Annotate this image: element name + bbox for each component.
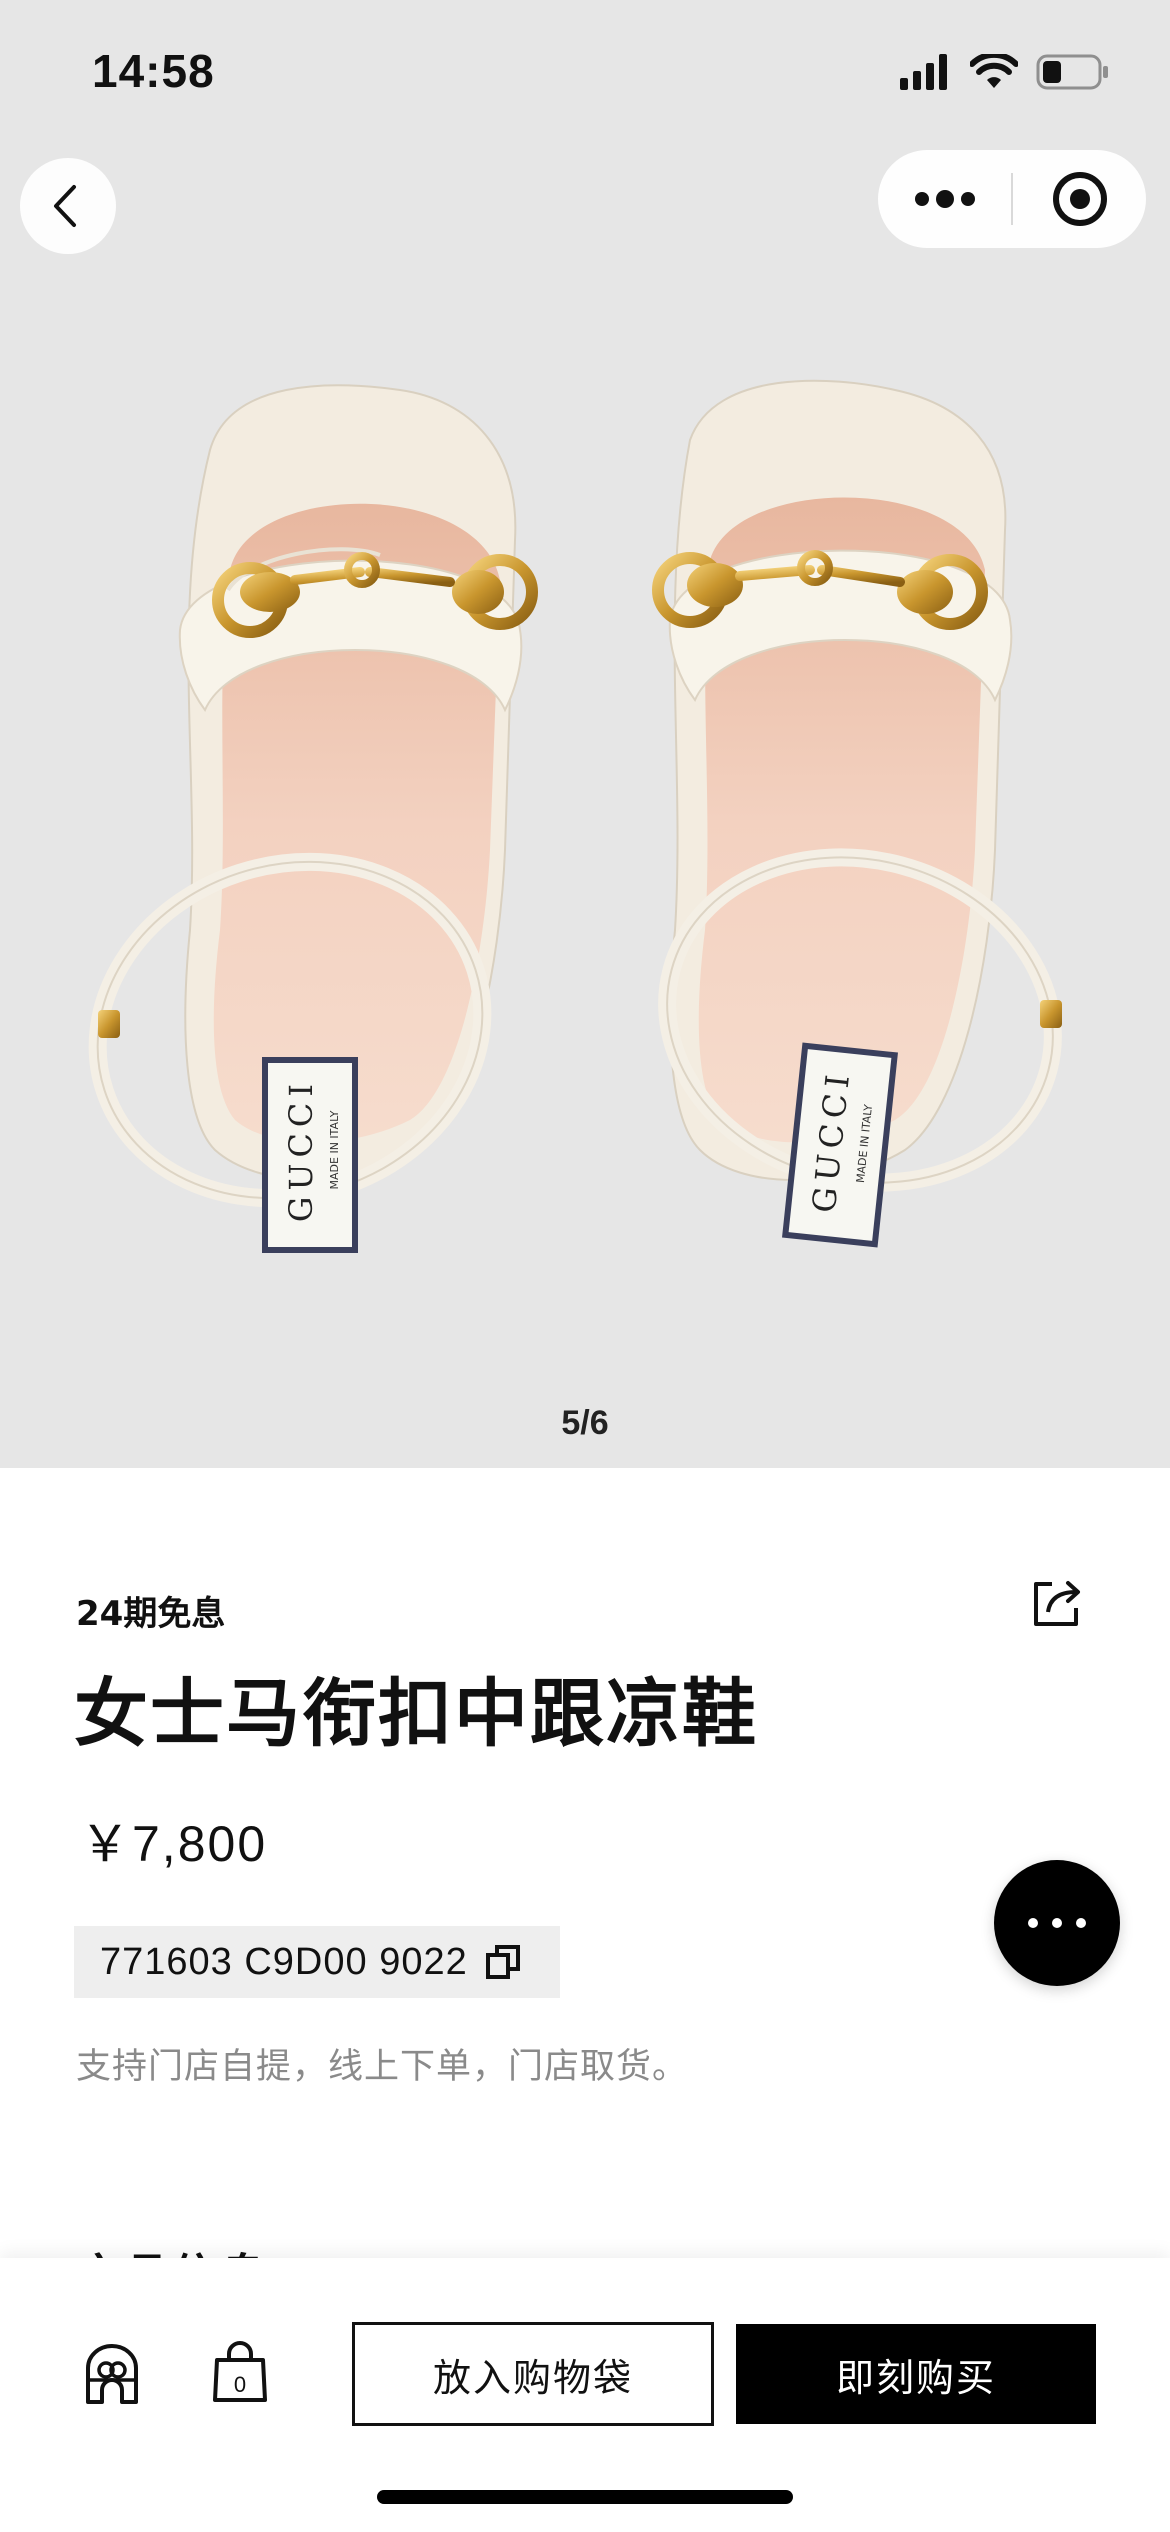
status-bar: 14:58 xyxy=(0,0,1170,150)
bag-count: 0 xyxy=(234,2372,246,2397)
product-title: 女士马衔扣中跟凉鞋 xyxy=(74,1671,758,1757)
store-icon xyxy=(86,2344,138,2404)
buy-now-button[interactable]: 即刻购买 xyxy=(736,2324,1096,2424)
chevron-left-icon xyxy=(54,185,76,227)
chat-button[interactable] xyxy=(994,1860,1120,1986)
left-insole-label: GUCCI MADE IN ITALY xyxy=(262,1057,358,1253)
target-close-icon xyxy=(1052,172,1107,226)
share-icon xyxy=(1034,1581,1080,1626)
more-dots-icon xyxy=(914,190,975,208)
home-indicator[interactable] xyxy=(377,2490,793,2504)
status-icons xyxy=(900,50,1110,94)
share-button[interactable] xyxy=(1030,1576,1084,1630)
installment-label: 24期免息 xyxy=(76,1594,226,1634)
shopping-bag-icon: 0 xyxy=(213,2341,267,2402)
pickup-note: 支持门店自提，线上下单，门店取货。 xyxy=(76,2047,689,2087)
image-gallery[interactable]: 14:58 GUCCI MADE IN ITALY GUCCI MADE IN … xyxy=(0,0,1170,1468)
product-photo[interactable]: GUCCI MADE IN ITALY GUCCI MADE IN ITALY xyxy=(0,330,1170,1410)
svg-text:GUCCI: GUCCI xyxy=(282,1078,320,1222)
right-insole-label: GUCCI MADE IN ITALY xyxy=(782,1042,898,1248)
mini-program-capsule xyxy=(878,150,1146,248)
chat-dots-icon xyxy=(1028,1918,1086,1928)
add-to-bag-button[interactable]: 放入购物袋 xyxy=(352,2322,714,2426)
product-detail-page: 14:58 GUCCI MADE IN ITALY GUCCI MADE IN … xyxy=(0,0,1170,2532)
left-sandal: GUCCI MADE IN ITALY xyxy=(88,384,538,1253)
product-info: 24期免息 女士马衔扣中跟凉鞋 ￥7,800 771603 C9D00 9022… xyxy=(0,1468,1170,2303)
shopping-bag-button[interactable]: 0 xyxy=(212,2340,268,2404)
close-mini-program-button[interactable] xyxy=(1013,150,1146,248)
bottom-action-bar: 0 放入购物袋 即刻购买 xyxy=(0,2258,1170,2532)
battery-icon xyxy=(1036,54,1108,90)
copy-icon xyxy=(485,1945,520,1979)
wifi-icon xyxy=(970,54,1018,88)
product-price: ￥7,800 xyxy=(80,1816,268,1872)
back-button[interactable] xyxy=(20,158,116,254)
copy-sku-button[interactable] xyxy=(484,1943,522,1981)
cellular-signal-icon xyxy=(900,54,947,90)
sku-chip[interactable]: 771603 C9D00 9022 xyxy=(74,1926,560,1998)
right-sandal: GUCCI MADE IN ITALY xyxy=(652,379,1062,1248)
status-time: 14:58 xyxy=(92,45,215,97)
store-button[interactable] xyxy=(82,2344,142,2406)
image-counter: 5/6 xyxy=(561,1404,609,1442)
more-button[interactable] xyxy=(878,150,1011,248)
svg-text:MADE IN ITALY: MADE IN ITALY xyxy=(328,1110,341,1189)
sku-number: 771603 C9D00 9022 xyxy=(100,1940,468,1983)
